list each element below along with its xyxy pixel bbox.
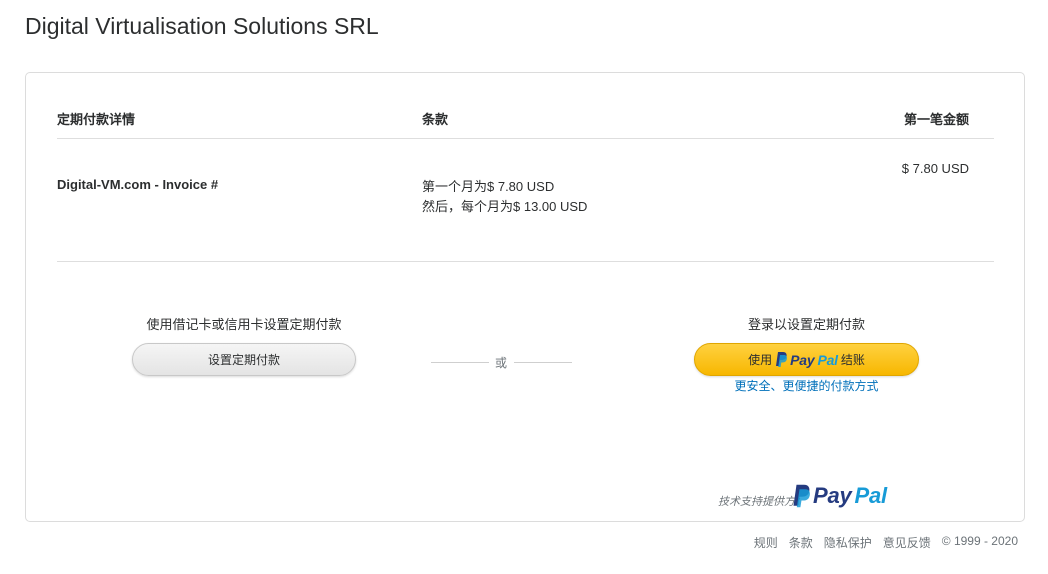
merchant-title: Digital Virtualisation Solutions SRL <box>25 13 379 39</box>
footer-link-feedback[interactable]: 意见反馈 <box>883 534 931 551</box>
paypal-logo-pay: Pay <box>790 351 815 368</box>
paypal-p-icon <box>793 484 810 508</box>
paypal-button-prefix: 使用 <box>748 353 773 367</box>
footer: 规则 条款 隐私保护 意见反馈 © 1999 - 2020 <box>754 534 1018 551</box>
header-terms: 条款 <box>422 112 449 127</box>
footer-link-terms[interactable]: 条款 <box>789 534 813 551</box>
paypal-footer-logo: Pay Pal <box>792 483 887 509</box>
header-details: 定期付款详情 <box>57 112 136 127</box>
header-first-amount: 第一笔金额 <box>903 112 969 127</box>
paypal-option-caption: 登录以设置定期付款 <box>747 317 865 332</box>
divider <box>57 261 994 262</box>
footer-link-privacy[interactable]: 隐私保护 <box>824 534 872 551</box>
paypal-logo-pal: Pal <box>854 483 888 508</box>
footer-copyright: © 1999 - 2020 <box>941 534 1018 548</box>
footer-link-rules[interactable]: 规则 <box>754 534 778 551</box>
paypal-logo-pal: Pal <box>817 351 838 368</box>
agreement-card: 定期付款详情 条款 第一笔金额 Digital-VM.com - Invoice… <box>25 72 1025 522</box>
separator-line <box>514 362 572 363</box>
paypal-subtext: 更安全、更便捷的付款方式 <box>734 379 879 393</box>
terms-monthly: 然后，每个月为$ 13.00 USD <box>422 199 588 214</box>
paypal-p-icon <box>776 352 788 367</box>
terms-first-month: 第一个月为$ 7.80 USD <box>422 179 555 194</box>
divider <box>57 138 994 139</box>
first-amount-value: $ 7.80 USD <box>901 161 969 176</box>
card-option-caption: 使用借记卡或信用卡设置定期付款 <box>146 317 342 332</box>
separator-line <box>431 362 489 363</box>
separator-text: 或 <box>495 356 508 370</box>
paypal-logo-pay: Pay <box>813 483 852 508</box>
paypal-button-suffix: 结账 <box>840 353 865 367</box>
invoice-description: Digital-VM.com - Invoice # <box>57 177 219 192</box>
setup-recurring-card-button[interactable]: 设置定期付款 <box>132 343 356 376</box>
paypal-checkout-button[interactable]: 使用 Pay Pal 结账 <box>694 343 919 376</box>
